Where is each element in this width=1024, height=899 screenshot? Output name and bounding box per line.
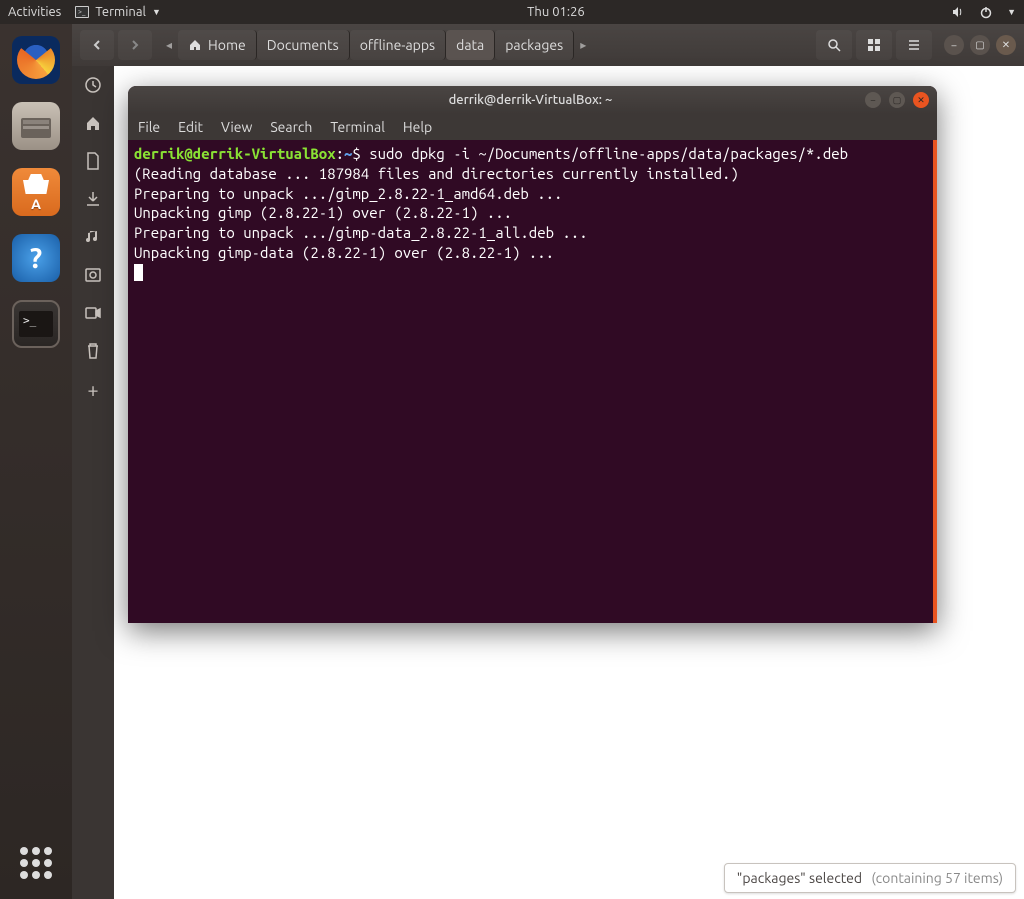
terminal-menubar: File Edit View Search Terminal Help: [128, 114, 937, 140]
status-selection: "packages" selected: [737, 870, 862, 886]
gnome-top-bar: Activities >_ Terminal ▼ Thu 01:26 ▼: [0, 0, 1024, 24]
dock-help[interactable]: ?: [12, 234, 60, 282]
downloads-icon[interactable]: [82, 188, 104, 210]
pictures-icon[interactable]: [82, 264, 104, 286]
nav-back-button[interactable]: [80, 30, 114, 60]
add-location-icon[interactable]: +: [82, 378, 104, 400]
path-overflow-left-icon[interactable]: ◂: [160, 38, 178, 52]
path-overflow-right-icon[interactable]: ▸: [574, 38, 592, 52]
dock-terminal[interactable]: >_: [12, 300, 60, 348]
terminal-title: derrik@derrik-VirtualBox: ~: [196, 93, 865, 107]
dock-firefox[interactable]: [12, 36, 60, 84]
menu-help[interactable]: Help: [403, 119, 432, 135]
breadcrumb-data[interactable]: data: [446, 30, 495, 60]
home-icon: [188, 38, 202, 52]
status-detail: (containing 57 items): [871, 870, 1003, 886]
files-status-bar: "packages" selected (containing 57 items…: [724, 863, 1016, 893]
trash-icon[interactable]: [82, 340, 104, 362]
breadcrumb-packages[interactable]: packages: [495, 30, 574, 60]
window-minimize-button[interactable]: –: [944, 35, 964, 55]
chevron-down-icon: ▼: [152, 7, 161, 17]
music-icon[interactable]: [82, 226, 104, 248]
menu-edit[interactable]: Edit: [178, 119, 203, 135]
recent-icon[interactable]: [82, 74, 104, 96]
power-icon[interactable]: [979, 5, 993, 19]
breadcrumb: ◂ Home Documents offline-apps data packa…: [160, 30, 592, 60]
menu-search[interactable]: Search: [270, 119, 312, 135]
menu-view[interactable]: View: [221, 119, 252, 135]
volume-icon[interactable]: [951, 5, 965, 19]
videos-icon[interactable]: [82, 302, 104, 324]
documents-icon[interactable]: [82, 150, 104, 172]
files-places-sidebar: +: [72, 66, 114, 899]
menu-terminal[interactable]: Terminal: [330, 119, 385, 135]
svg-text:>_: >_: [78, 8, 86, 16]
clock[interactable]: Thu 01:26: [161, 5, 951, 19]
terminal-titlebar[interactable]: derrik@derrik-VirtualBox: ~ – ▢ ✕: [128, 86, 937, 114]
breadcrumb-label: Home: [208, 37, 246, 53]
hamburger-menu-button[interactable]: [896, 30, 932, 60]
home-icon[interactable]: [82, 112, 104, 134]
search-button[interactable]: [816, 30, 852, 60]
app-menu[interactable]: >_ Terminal ▼: [75, 5, 161, 19]
window-maximize-button[interactable]: ▢: [889, 92, 905, 108]
app-menu-label: Terminal: [95, 5, 146, 19]
window-close-button[interactable]: ✕: [996, 35, 1016, 55]
dock: ? >_: [0, 24, 72, 899]
breadcrumb-offline-apps[interactable]: offline-apps: [350, 30, 446, 60]
menu-file[interactable]: File: [138, 119, 160, 135]
view-grid-button[interactable]: [856, 30, 892, 60]
dock-software[interactable]: [12, 168, 60, 216]
window-minimize-button[interactable]: –: [865, 92, 881, 108]
terminal-icon: >_: [75, 5, 89, 19]
files-toolbar: ◂ Home Documents offline-apps data packa…: [72, 24, 1024, 66]
terminal-window: derrik@derrik-VirtualBox: ~ – ▢ ✕ File E…: [128, 86, 937, 623]
terminal-output[interactable]: derrik@derrik-VirtualBox:~$ sudo dpkg -i…: [128, 140, 937, 623]
activities-button[interactable]: Activities: [8, 5, 61, 19]
dock-files[interactable]: [12, 102, 60, 150]
window-close-button[interactable]: ✕: [913, 92, 929, 108]
chevron-down-icon[interactable]: ▼: [1007, 7, 1016, 17]
breadcrumb-home[interactable]: Home: [178, 30, 257, 60]
window-maximize-button[interactable]: ▢: [970, 35, 990, 55]
nav-forward-button[interactable]: [118, 30, 152, 60]
breadcrumb-documents[interactable]: Documents: [257, 30, 350, 60]
show-applications-button[interactable]: [20, 847, 52, 879]
